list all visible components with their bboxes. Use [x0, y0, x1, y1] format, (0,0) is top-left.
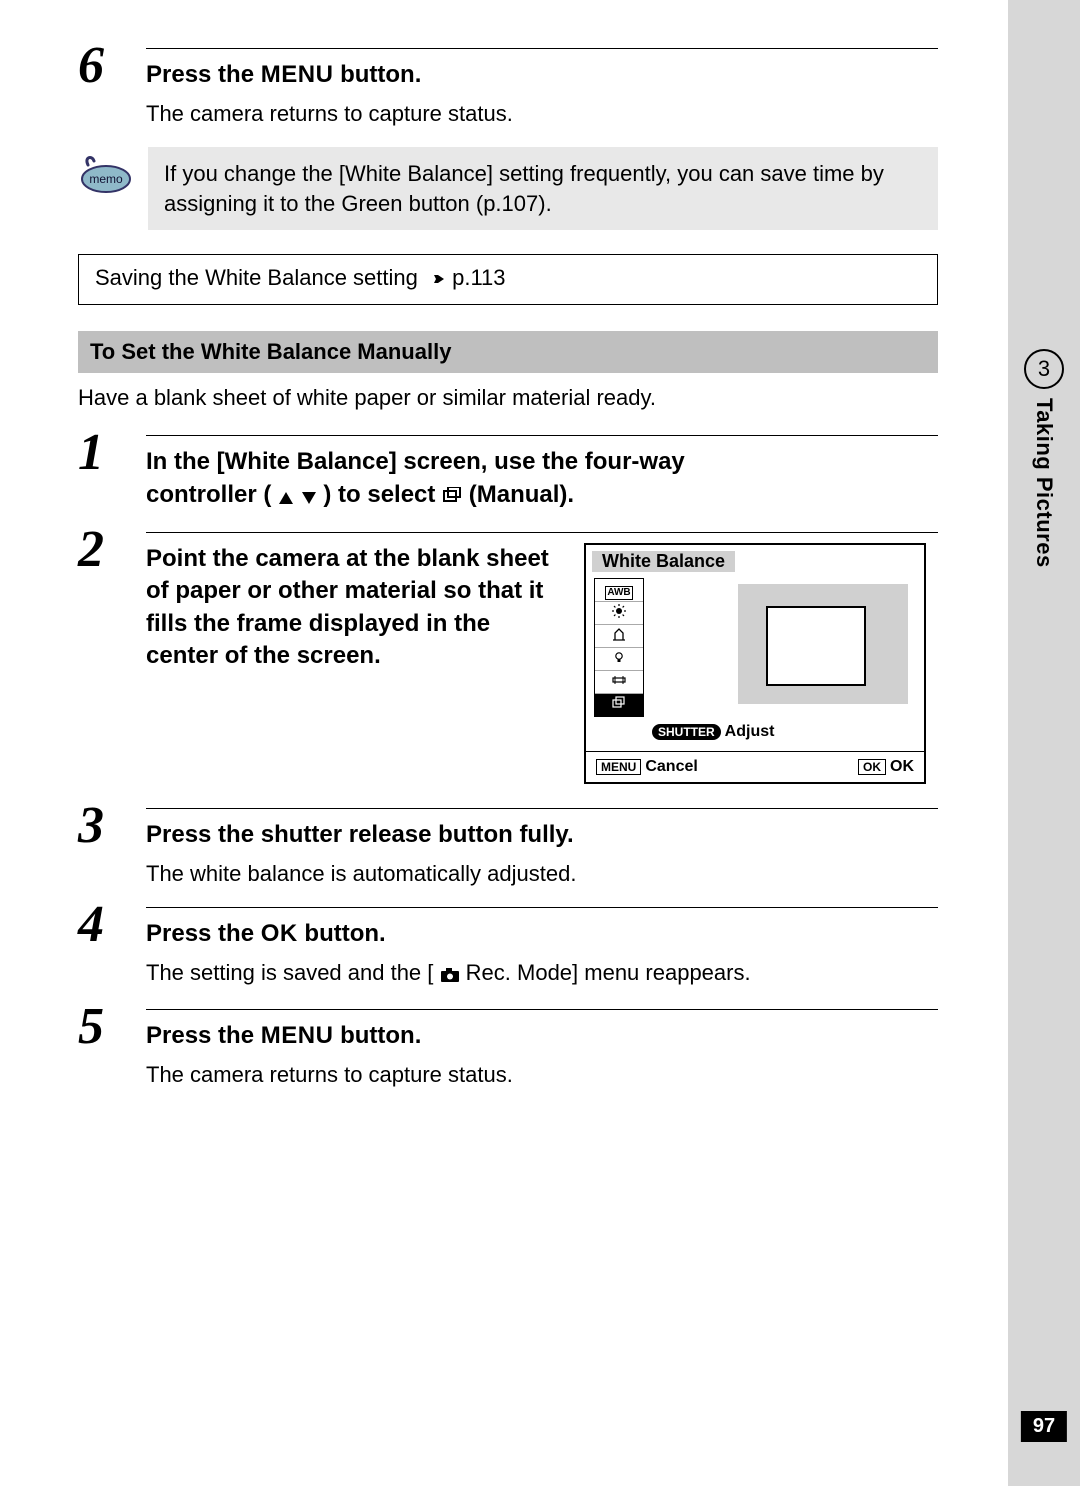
- step-heading: Point the camera at the blank sheet of p…: [146, 543, 566, 673]
- wb-option-tungsten: [595, 648, 643, 671]
- step-heading: Press the shutter release button fully.: [146, 819, 938, 851]
- ok-button-label: OK: [261, 918, 298, 950]
- menu-button-label: MENU: [261, 1020, 334, 1052]
- text: Press the: [146, 61, 261, 88]
- text: The setting is saved and the [: [146, 960, 433, 985]
- memo-note: memo If you change the [White Balance] s…: [78, 147, 938, 230]
- manual-wb-icon: [442, 482, 462, 514]
- step-number: 2: [78, 520, 104, 579]
- shutter-chip: SHUTTER: [652, 724, 721, 740]
- step-number: 6: [78, 36, 104, 95]
- step-heading: In the [White Balance] screen, use the f…: [146, 446, 938, 514]
- page-number: 97: [1021, 1411, 1067, 1442]
- text: controller (: [146, 481, 271, 508]
- wb-option-daylight: [595, 602, 643, 625]
- text: Saving the White Balance setting: [95, 265, 424, 290]
- text: (Manual).: [469, 481, 574, 508]
- step-body: The white balance is automatically adjus…: [146, 859, 938, 889]
- manual-step-5: 5 Press the MENU button. The camera retu…: [78, 1009, 938, 1090]
- svg-text:memo: memo: [89, 172, 123, 186]
- manual-step-3: 3 Press the shutter release button fully…: [78, 808, 938, 889]
- text: button.: [298, 920, 386, 947]
- step-body: The camera returns to capture status.: [146, 1060, 938, 1090]
- text: ) to select: [323, 481, 442, 508]
- camera-icon: [440, 961, 460, 991]
- text: button.: [333, 1022, 421, 1049]
- memo-text: If you change the [White Balance] settin…: [148, 147, 938, 230]
- step-body: The camera returns to capture status.: [146, 99, 938, 129]
- text: button.: [333, 61, 421, 88]
- text: OK: [890, 758, 914, 775]
- manual-wb-icon: [612, 697, 626, 713]
- section-intro: Have a blank sheet of white paper or sim…: [78, 383, 938, 413]
- wb-option-awb: AWB: [595, 579, 643, 602]
- step-heading: Press the OK button.: [146, 918, 938, 950]
- chapter-label: Taking Pictures: [1031, 398, 1057, 568]
- sidebar: 3 Taking Pictures 97: [1008, 0, 1080, 1486]
- menu-button-label: MENU: [261, 59, 334, 91]
- step-body: The setting is saved and the [ Rec. Mode…: [146, 958, 938, 991]
- wb-adjust-hint: SHUTTERAdjust: [652, 723, 924, 741]
- manual-step-1: 1 In the [White Balance] screen, use the…: [78, 435, 938, 514]
- menu-chip: MENU: [596, 759, 641, 775]
- step-heading: Press the MENU button.: [146, 1020, 938, 1052]
- text: Rec. Mode] menu reappears.: [466, 960, 751, 985]
- text: In the [White Balance] screen, use the f…: [146, 448, 685, 475]
- wb-title: White Balance: [592, 551, 735, 572]
- text: Adjust: [725, 723, 775, 740]
- wb-option-list: AWB: [594, 578, 644, 717]
- wb-cancel-hint: MENUCancel: [596, 758, 698, 776]
- step-heading: Press the MENU button.: [146, 59, 938, 91]
- step-number: 5: [78, 997, 104, 1056]
- shade-icon: [612, 628, 626, 644]
- wb-ok-hint: OKOK: [858, 758, 914, 776]
- manual-step-2: 2 Point the camera at the blank sheet of…: [78, 532, 938, 784]
- manual-step-4: 4 Press the OK button. The setting is sa…: [78, 907, 938, 991]
- step-number: 4: [78, 895, 104, 954]
- section-heading: To Set the White Balance Manually: [78, 331, 938, 373]
- text: p.113: [452, 265, 505, 290]
- text: Press the: [146, 1022, 261, 1049]
- wb-option-manual: [595, 694, 643, 716]
- hand-pointer-icon: [424, 268, 446, 294]
- arrow-down-icon: [301, 482, 317, 514]
- chapter-number: 3: [1024, 349, 1064, 389]
- bulb-icon: [612, 651, 626, 667]
- arrow-up-icon: [278, 482, 294, 514]
- fluorescent-icon: [612, 674, 626, 690]
- text: Cancel: [645, 758, 697, 775]
- ok-chip: OK: [858, 759, 886, 775]
- sun-icon: [612, 605, 626, 621]
- memo-icon: memo: [78, 151, 134, 200]
- page-content: 6 Press the MENU button. The camera retu…: [78, 40, 938, 1090]
- wb-option-shade: [595, 625, 643, 648]
- step-number: 1: [78, 423, 104, 482]
- cross-reference: Saving the White Balance setting p.113: [78, 254, 938, 305]
- step-number: 3: [78, 796, 104, 855]
- wb-preview-area: [738, 584, 908, 704]
- text: Press the: [146, 920, 261, 947]
- step-6: 6 Press the MENU button. The camera retu…: [78, 48, 938, 129]
- white-balance-screen: White Balance AWB: [584, 543, 926, 784]
- wb-option-fluorescent: [595, 671, 643, 694]
